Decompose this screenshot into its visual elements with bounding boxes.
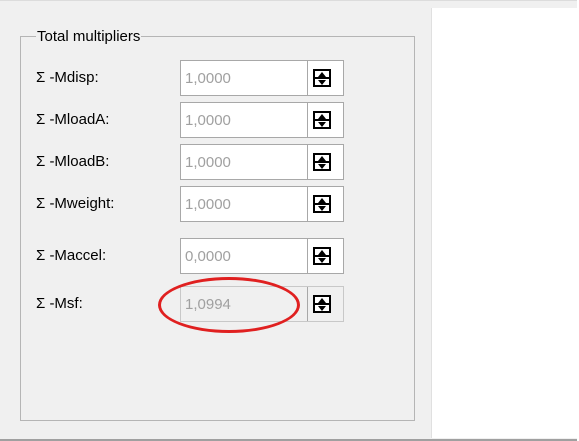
mloadb-spinner[interactable] (313, 153, 331, 171)
spin-down-icon (318, 206, 326, 211)
row-mloadb: Σ -MloadB: 1,0000 (36, 144, 356, 180)
row-msf: Σ -Msf: 1,0994 (36, 286, 356, 322)
spin-divider (315, 303, 329, 305)
mloada-field[interactable]: 1,0000 (180, 102, 344, 138)
msf-label: Σ -Msf: (36, 295, 83, 312)
row-mweight: Σ -Mweight: 1,0000 (36, 186, 356, 222)
mloada-value: 1,0000 (185, 112, 231, 129)
msf-field: 1,0994 (180, 286, 344, 322)
mloada-label: Σ -MloadA: (36, 111, 110, 128)
spin-down-icon (318, 306, 326, 311)
spin-down-icon (318, 122, 326, 127)
group-title: Total multipliers (36, 28, 142, 45)
mdisp-field[interactable]: 1,0000 (180, 60, 344, 96)
field-separator (307, 287, 308, 321)
field-separator (307, 61, 308, 95)
mweight-label: Σ -Mweight: (36, 195, 115, 212)
row-mdisp: Σ -Mdisp: 1,0000 (36, 60, 356, 96)
spin-down-icon (318, 80, 326, 85)
row-mloada: Σ -MloadA: 1,0000 (36, 102, 356, 138)
spin-down-icon (318, 164, 326, 169)
msf-spinner (313, 295, 331, 313)
maccel-label: Σ -Maccel: (36, 247, 107, 264)
field-separator (307, 145, 308, 179)
mloadb-value: 1,0000 (185, 154, 231, 171)
spin-divider (315, 119, 329, 121)
mloada-spinner[interactable] (313, 111, 331, 129)
field-separator (307, 103, 308, 137)
field-separator (307, 239, 308, 273)
spin-divider (315, 77, 329, 79)
mweight-value: 1,0000 (185, 196, 231, 213)
mweight-spinner[interactable] (313, 195, 331, 213)
right-pane (431, 8, 579, 438)
mdisp-value: 1,0000 (185, 70, 231, 87)
spin-divider (315, 161, 329, 163)
maccel-spinner[interactable] (313, 247, 331, 265)
msf-value: 1,0994 (185, 296, 231, 313)
mloadb-label: Σ -MloadB: (36, 153, 110, 170)
spin-down-icon (318, 258, 326, 263)
row-maccel: Σ -Maccel: 0,0000 (36, 238, 356, 274)
spin-divider (315, 203, 329, 205)
mdisp-spinner[interactable] (313, 69, 331, 87)
maccel-value: 0,0000 (185, 248, 231, 265)
maccel-field[interactable]: 0,0000 (180, 238, 344, 274)
mweight-field[interactable]: 1,0000 (180, 186, 344, 222)
field-separator (307, 187, 308, 221)
mloadb-field[interactable]: 1,0000 (180, 144, 344, 180)
mdisp-label: Σ -Mdisp: (36, 69, 99, 86)
spin-divider (315, 255, 329, 257)
